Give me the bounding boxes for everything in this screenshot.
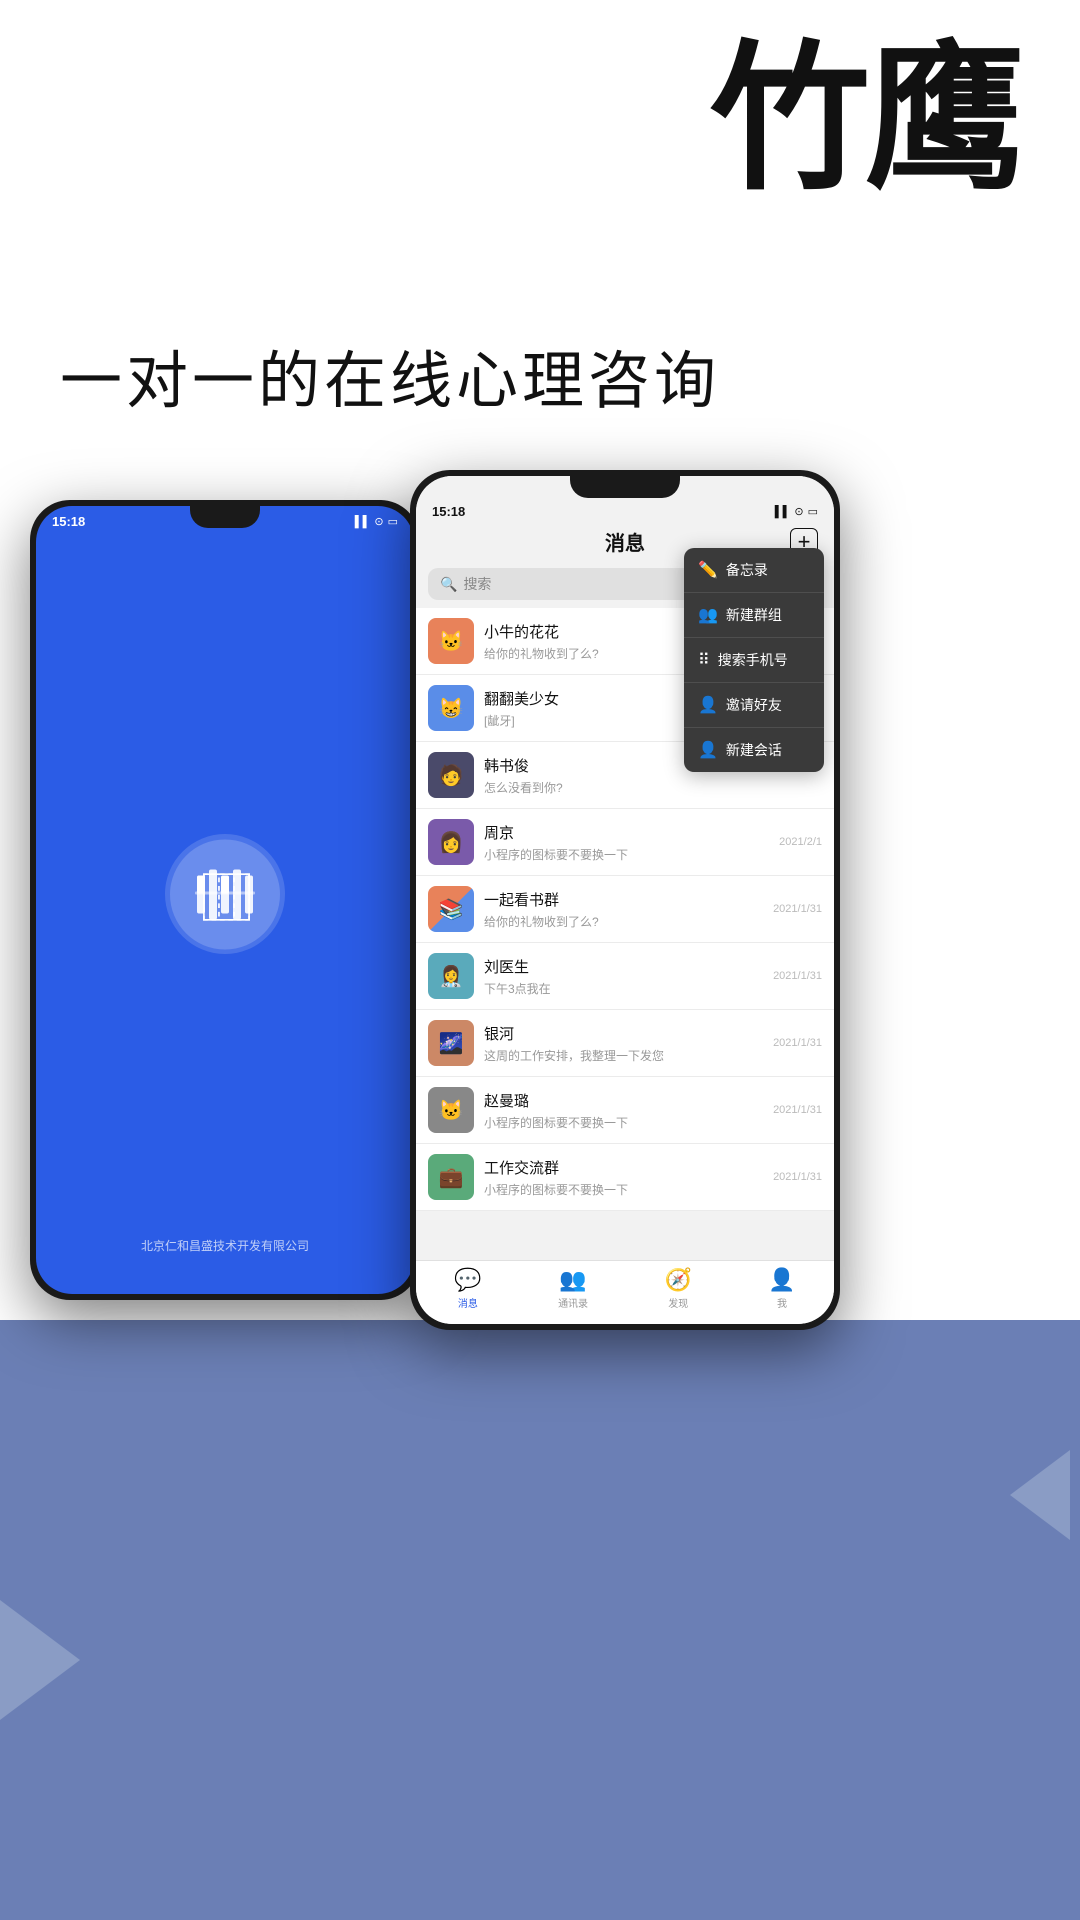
right-time: 15:18 <box>432 504 465 519</box>
msg-preview: 下午3点我在 <box>484 980 763 997</box>
left-status-icons: ▌▌ ⊙ ▭ <box>355 515 398 528</box>
logo-bg <box>170 840 280 950</box>
avatar: 😸 <box>428 685 474 731</box>
memo-icon: ✏️ <box>698 560 718 580</box>
contact-name: 刘医生 <box>484 956 763 977</box>
right-phone-notch <box>570 476 680 498</box>
phone-search-icon: ⠿ <box>698 650 710 670</box>
phone-left-screen: 15:18 ▌▌ ⊙ ▭ ⿲⃞ <box>36 506 414 1294</box>
contact-name: 一起看书群 <box>484 889 763 910</box>
dropdown-label-new-chat: 新建会话 <box>726 740 782 760</box>
contact-name: 赵曼璐 <box>484 1090 763 1111</box>
contact-name: 周京 <box>484 822 769 843</box>
dropdown-label-group: 新建群组 <box>726 605 782 625</box>
tab-me[interactable]: 👤 我 <box>768 1267 795 1310</box>
avatar: 🐱 <box>428 1087 474 1133</box>
msg-info: 一起看书群 给你的礼物收到了么? <box>484 889 763 930</box>
msg-info: 赵曼璐 小程序的图标要不要换一下 <box>484 1090 763 1131</box>
msg-preview: 怎么没看到你? <box>484 779 812 796</box>
bottom-tab-bar: 💬 消息 👥 通讯录 🧭 发现 👤 我 <box>416 1260 834 1324</box>
left-time: 15:18 <box>52 514 85 529</box>
dropdown-item-new-chat[interactable]: 👤 新建会话 <box>684 728 824 772</box>
tab-discover[interactable]: 🧭 发现 <box>665 1267 692 1310</box>
list-item[interactable]: 💼 工作交流群 小程序的图标要不要换一下 2021/1/31 <box>416 1144 834 1211</box>
msg-preview: 给你的礼物收到了么? <box>484 913 763 930</box>
list-item[interactable]: 👩‍⚕️ 刘医生 下午3点我在 2021/1/31 <box>416 943 834 1010</box>
avatar: 👩 <box>428 819 474 865</box>
msg-info: 刘医生 下午3点我在 <box>484 956 763 997</box>
search-placeholder: 搜索 <box>463 574 491 594</box>
dropdown-item-group[interactable]: 👥 新建群组 <box>684 593 824 638</box>
left-phone-notch <box>190 506 260 528</box>
app-title: 竹鹰 <box>710 40 1020 200</box>
msg-time: 2021/1/31 <box>773 903 822 915</box>
msg-time: 2021/1/31 <box>773 970 822 982</box>
msg-time: 2021/1/31 <box>773 1171 822 1183</box>
avatar: 🐱 <box>428 618 474 664</box>
messages-tab-icon: 💬 <box>454 1267 481 1293</box>
list-item[interactable]: 👩 周京 小程序的图标要不要换一下 2021/2/1 <box>416 809 834 876</box>
tab-contacts[interactable]: 👥 通讯录 <box>558 1267 588 1310</box>
phone-left: 15:18 ▌▌ ⊙ ▭ ⿲⃞ <box>30 500 420 1300</box>
msg-preview: 小程序的图标要不要换一下 <box>484 1181 763 1198</box>
avatar: 🧑 <box>428 752 474 798</box>
deco-triangle-left <box>0 1600 80 1720</box>
list-item[interactable]: 📚 一起看书群 给你的礼物收到了么? 2021/1/31 <box>416 876 834 943</box>
list-item[interactable]: 🌌 银河 这周的工作安排，我整理一下发您 2021/1/31 <box>416 1010 834 1077</box>
msg-preview: 小程序的图标要不要换一下 <box>484 846 769 863</box>
me-tab-icon: 👤 <box>768 1267 795 1293</box>
contact-name: 工作交流群 <box>484 1157 763 1178</box>
phone-right: 15:18 ▌▌ ⊙ ▭ 消息 + 🔍 搜索 <box>410 470 840 1330</box>
msg-time: 2021/1/31 <box>773 1037 822 1049</box>
contacts-tab-icon: 👥 <box>559 1267 586 1293</box>
dropdown-item-search-phone[interactable]: ⠿ 搜索手机号 <box>684 638 824 683</box>
dropdown-label-search-phone: 搜索手机号 <box>718 650 788 670</box>
msg-preview: 这周的工作安排，我整理一下发您 <box>484 1047 763 1064</box>
discover-tab-icon: 🧭 <box>665 1267 692 1293</box>
search-icon: 🔍 <box>440 576 457 593</box>
dropdown-label-invite: 邀请好友 <box>726 695 782 715</box>
me-tab-label: 我 <box>777 1295 787 1310</box>
deco-triangle-right <box>1010 1450 1070 1540</box>
contacts-tab-label: 通讯录 <box>558 1295 588 1310</box>
app-tagline: 一对一的在线心理咨询 <box>60 330 720 420</box>
msg-preview: 小程序的图标要不要换一下 <box>484 1114 763 1131</box>
dropdown-item-invite[interactable]: 👤 邀请好友 <box>684 683 824 728</box>
list-item[interactable]: 🐱 赵曼璐 小程序的图标要不要换一下 2021/1/31 <box>416 1077 834 1144</box>
logo-svg <box>195 867 255 922</box>
avatar: 🌌 <box>428 1020 474 1066</box>
contact-name: 银河 <box>484 1023 763 1044</box>
app-title-area: 竹鹰 <box>710 40 1020 200</box>
messages-tab-label: 消息 <box>458 1295 478 1310</box>
invite-icon: 👤 <box>698 695 718 715</box>
phones-container: 15:18 ▌▌ ⊙ ▭ ⿲⃞ <box>30 500 1050 1330</box>
phone-right-screen: 15:18 ▌▌ ⊙ ▭ 消息 + 🔍 搜索 <box>416 476 834 1324</box>
msg-time: 2021/1/31 <box>773 1104 822 1116</box>
right-status-icons: ▌▌ ⊙ ▭ <box>775 505 818 518</box>
msg-time: 2021/2/1 <box>779 836 822 848</box>
discover-tab-label: 发现 <box>668 1295 688 1310</box>
avatar: 💼 <box>428 1154 474 1200</box>
avatar: 📚 <box>428 886 474 932</box>
avatar: 👩‍⚕️ <box>428 953 474 999</box>
msg-info: 银河 这周的工作安排，我整理一下发您 <box>484 1023 763 1064</box>
company-name: 北京仁和昌盛技术开发有限公司 <box>36 1237 414 1254</box>
msg-info: 工作交流群 小程序的图标要不要换一下 <box>484 1157 763 1198</box>
new-chat-icon: 👤 <box>698 740 718 760</box>
msg-info: 周京 小程序的图标要不要换一下 <box>484 822 769 863</box>
dropdown-label-memo: 备忘录 <box>726 560 768 580</box>
bottom-background <box>0 1320 1080 1920</box>
dropdown-menu: ✏️ 备忘录 👥 新建群组 ⠿ 搜索手机号 👤 邀请好友 👤 新建会话 <box>684 548 824 772</box>
dropdown-item-memo[interactable]: ✏️ 备忘录 <box>684 548 824 593</box>
group-icon: 👥 <box>698 605 718 625</box>
tab-messages[interactable]: 💬 消息 <box>454 1267 481 1310</box>
